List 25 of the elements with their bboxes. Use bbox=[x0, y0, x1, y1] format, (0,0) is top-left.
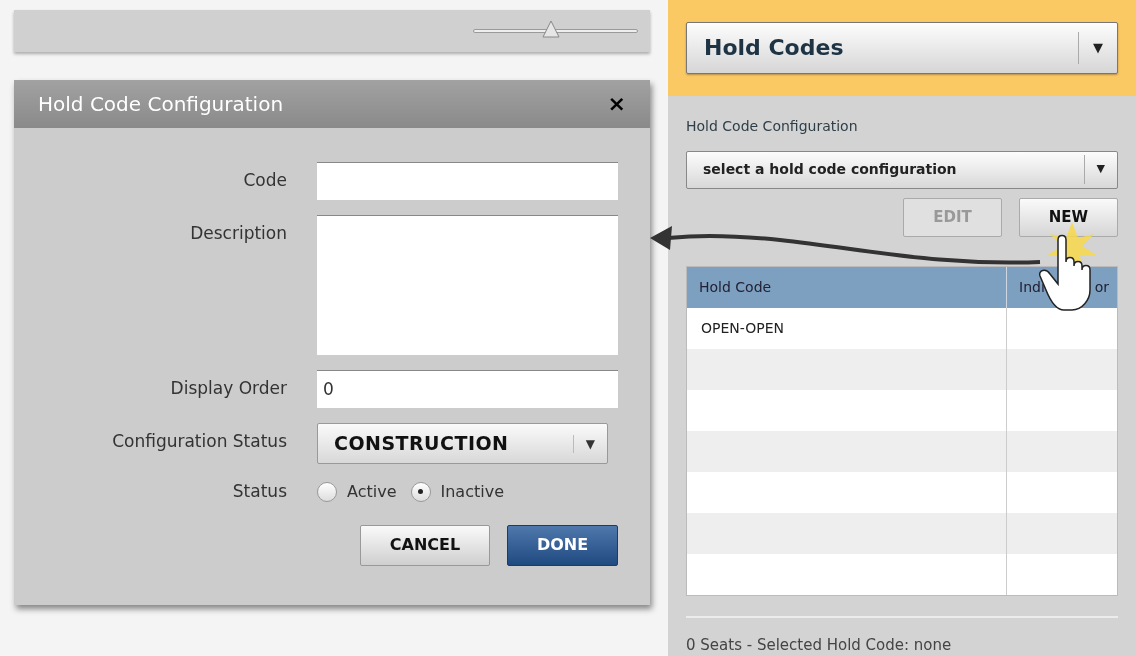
status-dropdown[interactable]: CONSTRUCTION ▼ bbox=[317, 423, 608, 464]
section-label: Hold Code Configuration bbox=[686, 116, 859, 136]
radio-button[interactable] bbox=[410, 481, 431, 502]
radio-option[interactable]: Active bbox=[317, 479, 397, 504]
input-field[interactable]: 0 bbox=[317, 370, 618, 408]
dialog-title: Hold Code Configuration bbox=[38, 91, 284, 118]
column-header: Hold Code bbox=[698, 277, 773, 297]
status-text: 0 Seats - Selected Hold Code: none bbox=[686, 634, 953, 656]
slider-thumb[interactable] bbox=[541, 20, 560, 38]
field-label: Code bbox=[242, 169, 287, 192]
field-label: Status bbox=[231, 480, 287, 503]
arrow-icon bbox=[650, 226, 1041, 265]
cancel-button[interactable]: CANCEL bbox=[360, 524, 490, 566]
view-dropdown[interactable]: Hold Codes ▼ bbox=[686, 21, 1118, 74]
done-button[interactable]: DONE bbox=[507, 524, 618, 566]
table-cell-text: OPEN-OPEN bbox=[700, 318, 785, 338]
close-button[interactable]: × bbox=[607, 93, 626, 115]
new-button[interactable]: NEW bbox=[1019, 197, 1118, 237]
field-label: Description bbox=[189, 222, 287, 245]
field-label: Configuration Status bbox=[111, 430, 287, 453]
radio-button[interactable] bbox=[317, 481, 337, 502]
field-label: Display Order bbox=[169, 377, 287, 400]
configuration-dropdown[interactable]: select a hold code configuration ▼ bbox=[686, 150, 1118, 189]
input-field[interactable] bbox=[317, 162, 618, 200]
radio-option[interactable]: Inactive bbox=[410, 479, 504, 504]
